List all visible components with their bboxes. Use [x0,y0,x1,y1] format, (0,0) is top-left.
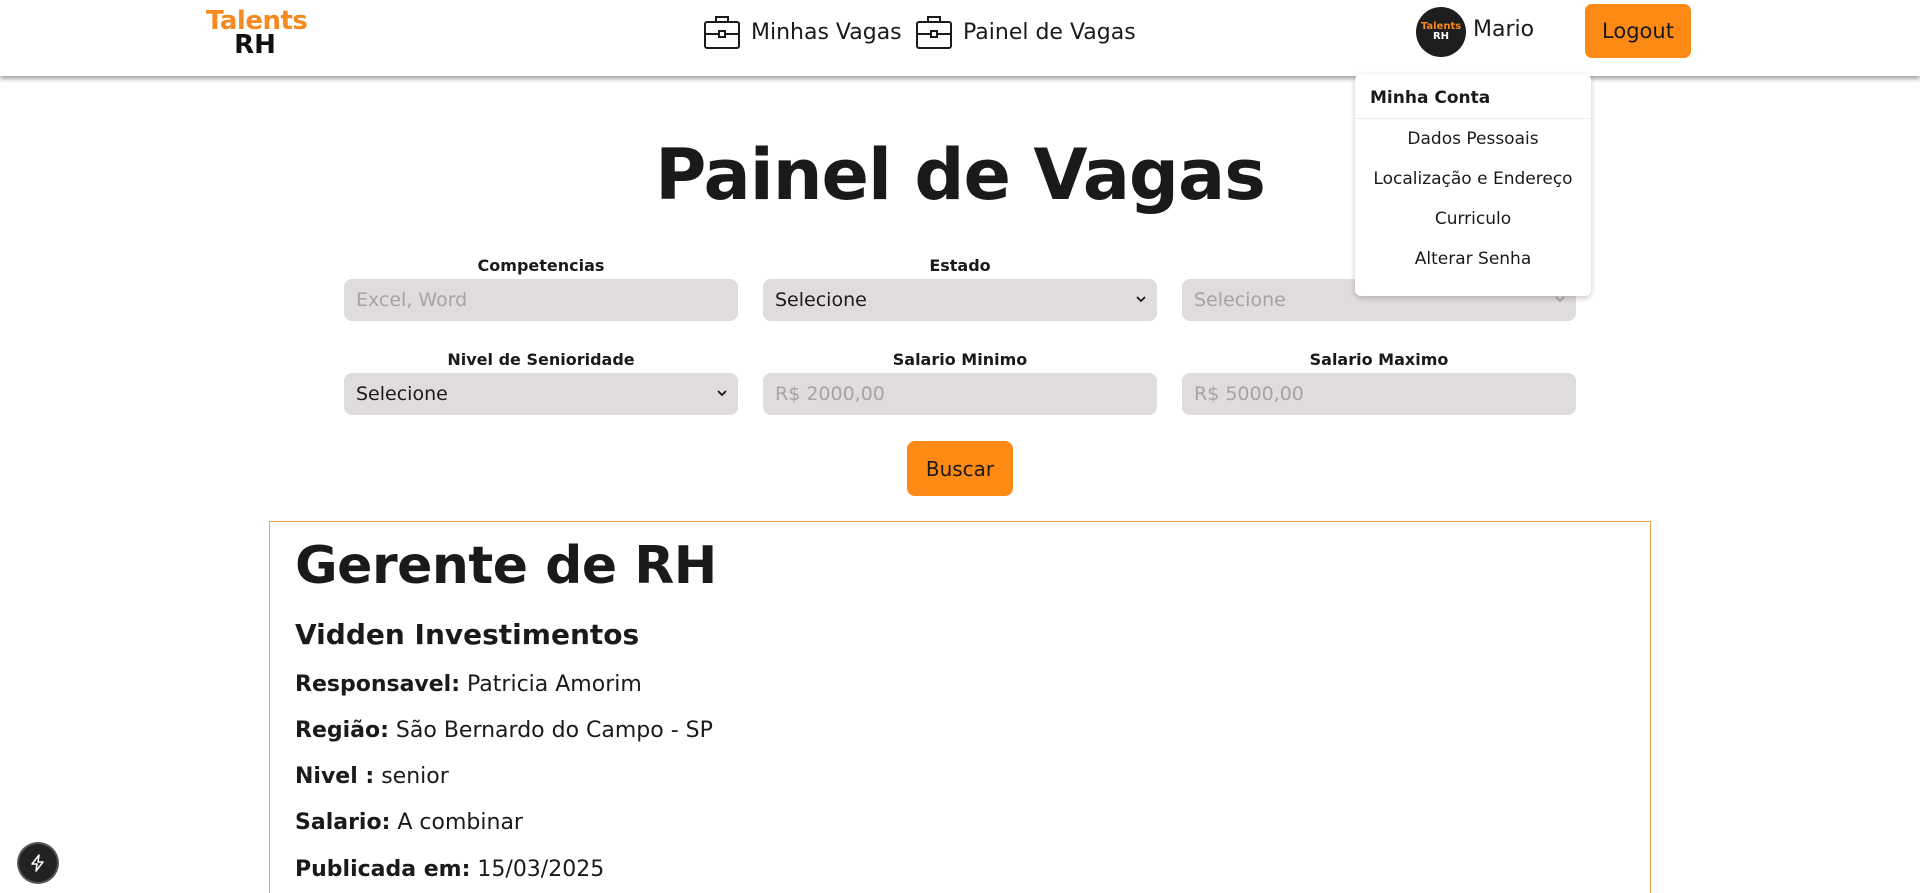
nav-painel-de-vagas[interactable]: Painel de Vagas [915,14,1136,50]
menu-item-localizacao[interactable]: Localização e Endereço [1355,159,1591,199]
briefcase-icon [916,16,952,49]
username[interactable]: Mario [1473,17,1534,42]
job-company: Vidden Investimentos [295,618,640,651]
logout-button[interactable]: Logout [1585,4,1691,58]
field-value: Patricia Amorim [467,672,642,697]
field-label: Região: [295,718,389,743]
cidade-select-value: Selecione [1194,289,1286,311]
field-label: Publicada em: [295,857,471,882]
field-label: Salario: [295,810,391,835]
account-menu-title: Minha Conta [1355,74,1591,119]
nivel-select[interactable]: Selecione [344,373,738,415]
buscar-button[interactable]: Buscar [907,441,1013,496]
salario-maximo-input[interactable] [1194,383,1564,405]
menu-item-dados-pessoais[interactable]: Dados Pessoais [1355,119,1591,159]
estado-filter: Estado Selecione [763,255,1157,321]
account-dropdown-menu: Minha Conta Dados Pessoais Localização e… [1355,74,1591,296]
menu-item-alterar-senha[interactable]: Alterar Senha [1355,239,1591,279]
job-field-responsavel: Responsavel: Patricia Amorim [295,672,642,697]
lightning-icon [31,854,44,872]
chevron-down-icon [717,390,727,397]
job-field-nivel: Nivel : senior [295,764,449,789]
salario-minimo-filter: Salario Minimo [763,349,1157,415]
salario-maximo-label: Salario Maximo [1309,350,1449,369]
avatar-line2: RH [1432,31,1450,42]
field-value: senior [381,764,449,789]
salario-minimo-label: Salario Minimo [892,350,1028,369]
field-label: Nivel : [295,764,375,789]
devtools-button[interactable] [19,844,57,882]
job-field-regiao: Região: São Bernardo do Campo - SP [295,718,713,743]
salario-minimo-input[interactable] [775,383,1145,405]
field-value: São Bernardo do Campo - SP [395,718,713,743]
nivel-filter: Nivel de Senioridade Selecione [344,349,738,415]
talents-rh-logo[interactable]: Talents RH [206,8,308,58]
chevron-down-icon [1136,296,1146,303]
avatar[interactable]: Talents RH [1416,7,1466,57]
field-label: Responsavel: [295,672,461,697]
nav-minhas-vagas[interactable]: Minhas Vagas [703,14,902,50]
competencias-filter: Competencias [344,255,738,321]
competencias-input[interactable] [356,289,726,311]
menu-item-curriculo[interactable]: Curriculo [1355,199,1591,239]
page-title: Painel de Vagas [655,134,1266,216]
competencias-label: Competencias [477,256,605,275]
job-field-publicada: Publicada em: 15/03/2025 [295,857,604,882]
estado-label: Estado [929,256,991,275]
top-navbar: Talents RH Minhas Vagas Painel de Vagas … [0,0,1920,76]
job-card[interactable]: Gerente de RH Vidden Investimentos Respo… [269,521,1651,893]
job-title: Gerente de RH [295,536,717,596]
nivel-select-value: Selecione [356,383,448,405]
salario-maximo-filter: Salario Maximo [1182,349,1576,415]
estado-select[interactable]: Selecione [763,279,1157,321]
estado-select-value: Selecione [775,289,867,311]
nivel-label: Nivel de Senioridade [447,350,635,369]
job-field-salario: Salario: A combinar [295,810,523,835]
field-value: A combinar [397,810,523,835]
nav-minhas-vagas-label: Minhas Vagas [751,19,902,45]
nav-painel-de-vagas-label: Painel de Vagas [963,19,1136,45]
field-value: 15/03/2025 [477,857,605,882]
briefcase-icon [704,16,740,49]
